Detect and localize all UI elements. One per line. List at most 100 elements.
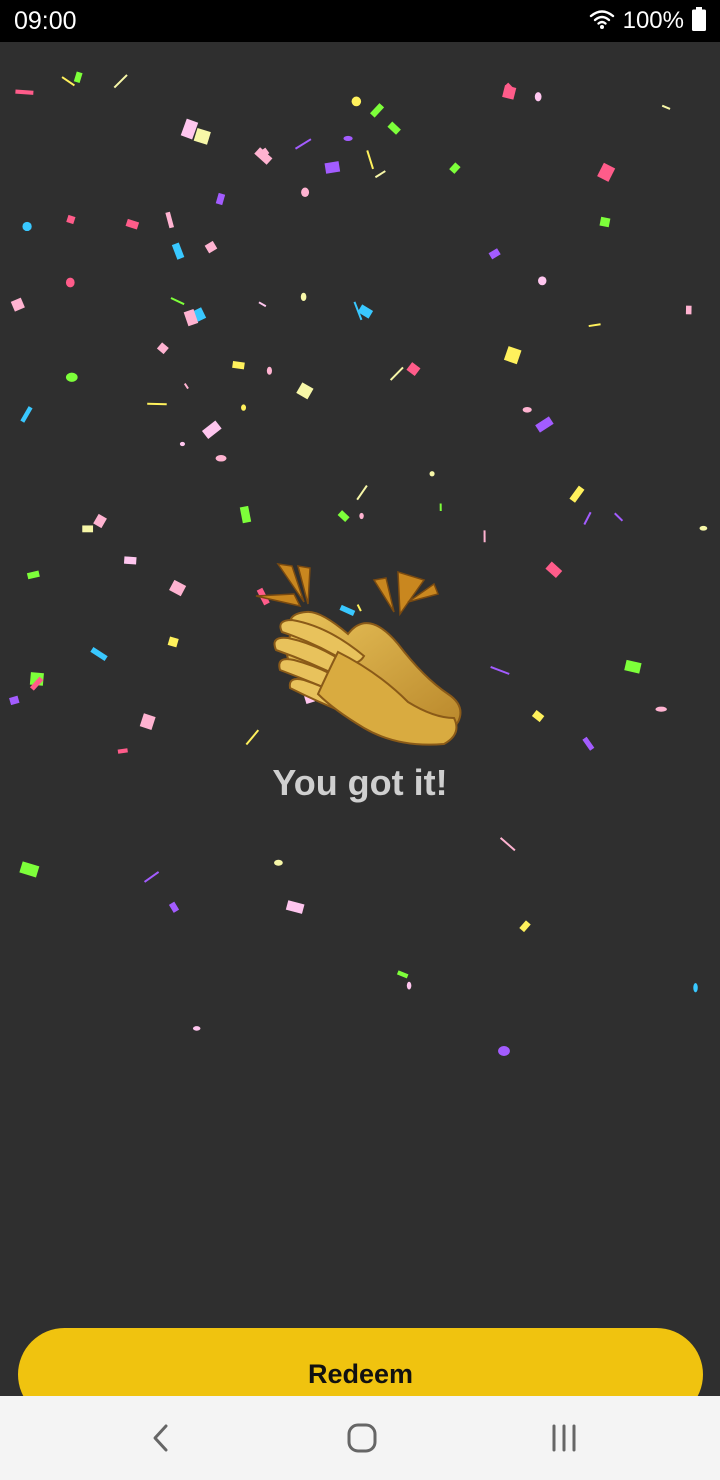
confetti-piece: [294, 138, 312, 150]
confetti-piece: [26, 570, 40, 580]
confetti-piece: [351, 96, 362, 107]
confetti-piece: [396, 970, 409, 979]
confetti-piece: [655, 706, 667, 712]
confetti-piece: [685, 305, 692, 315]
success-headline: You got it!: [272, 762, 448, 803]
confetti-piece: [167, 636, 179, 648]
confetti-piece: [125, 218, 140, 230]
confetti-piece: [9, 695, 20, 706]
recents-icon[interactable]: [544, 1418, 584, 1458]
confetti-piece: [582, 736, 595, 751]
confetti-piece: [490, 666, 510, 675]
status-bar: 09:00 100%: [0, 0, 720, 42]
confetti-piece: [65, 372, 78, 382]
confetti-piece: [296, 382, 314, 400]
confetti-piece: [588, 323, 601, 328]
confetti-piece: [406, 362, 421, 377]
confetti-piece: [374, 170, 386, 179]
confetti-piece: [406, 981, 412, 990]
confetti-piece: [366, 150, 374, 170]
confetti-piece: [535, 416, 554, 433]
confetti-piece: [661, 104, 671, 110]
home-icon[interactable]: [342, 1418, 382, 1458]
wifi-icon: [589, 8, 615, 35]
confetti-piece: [614, 512, 624, 522]
confetti-piece: [241, 404, 247, 411]
confetti-piece: [370, 103, 385, 118]
status-indicators: 100%: [589, 6, 706, 36]
confetti-piece: [66, 214, 76, 225]
confetti-piece: [239, 505, 252, 524]
confetti-piece: [215, 192, 226, 206]
confetti-piece: [337, 510, 350, 522]
confetti-piece: [179, 441, 186, 447]
confetti-piece: [693, 983, 698, 993]
confetti-piece: [192, 1026, 201, 1031]
confetti-piece: [258, 301, 267, 308]
confetti-piece: [356, 484, 368, 501]
confetti-piece: [274, 859, 283, 866]
system-navigation-bar: [0, 1396, 720, 1480]
confetti-piece: [502, 85, 517, 100]
confetti-piece: [389, 366, 404, 381]
celebration-screen: You got it! Redeem: [0, 42, 720, 1421]
confetti-piece: [93, 513, 107, 529]
confetti-piece: [168, 901, 180, 913]
battery-icon: [692, 6, 706, 36]
confetti-piece: [204, 240, 218, 254]
confetti-piece: [117, 748, 128, 754]
confetti-piece: [498, 1046, 510, 1056]
confetti-piece: [545, 561, 563, 579]
confetti-piece: [19, 861, 40, 878]
confetti-piece: [387, 121, 401, 135]
status-time: 09:00: [14, 7, 77, 35]
confetti-piece: [61, 76, 75, 87]
confetti-piece: [285, 900, 305, 914]
confetti-piece: [503, 346, 522, 365]
confetti-piece: [22, 221, 32, 232]
confetti-piece: [193, 128, 211, 145]
confetti-piece: [266, 366, 273, 375]
confetti-piece: [123, 556, 137, 565]
confetti-piece: [359, 512, 364, 520]
confetti-piece: [488, 248, 501, 260]
confetti-piece: [538, 276, 547, 286]
confetti-piece: [531, 710, 545, 723]
confetti-piece: [143, 871, 160, 883]
confetti-piece: [201, 420, 222, 440]
confetti-piece: [597, 162, 616, 182]
confetti-piece: [624, 659, 642, 674]
confetti-piece: [699, 525, 708, 531]
confetti-piece: [113, 74, 128, 89]
confetti-piece: [139, 713, 156, 730]
confetti-piece: [65, 277, 75, 288]
confetti-piece: [73, 71, 83, 83]
confetti-piece: [522, 406, 532, 413]
clapping-hands-icon: [248, 522, 478, 762]
back-icon[interactable]: [141, 1418, 181, 1458]
confetti-piece: [429, 471, 435, 477]
confetti-piece: [583, 511, 592, 525]
confetti-piece: [232, 361, 245, 370]
battery-percent: 100%: [622, 7, 684, 34]
confetti-piece: [534, 92, 542, 102]
confetti-piece: [301, 187, 310, 197]
confetti-piece: [449, 162, 461, 174]
confetti-piece: [499, 837, 516, 852]
confetti-piece: [183, 383, 189, 390]
confetti-piece: [165, 211, 174, 229]
confetti-piece: [343, 135, 353, 142]
confetti-piece: [20, 406, 33, 423]
confetti-piece: [599, 216, 611, 228]
confetti-piece: [156, 342, 169, 355]
confetti-piece: [171, 242, 185, 260]
confetti-piece: [300, 292, 307, 302]
confetti-piece: [324, 161, 341, 174]
confetti-piece: [10, 297, 25, 312]
confetti-piece: [569, 485, 585, 503]
confetti-piece: [519, 920, 531, 933]
confetti-piece: [169, 579, 187, 597]
confetti-piece: [90, 646, 108, 661]
confetti-piece: [215, 455, 227, 462]
confetti-piece: [170, 297, 185, 306]
